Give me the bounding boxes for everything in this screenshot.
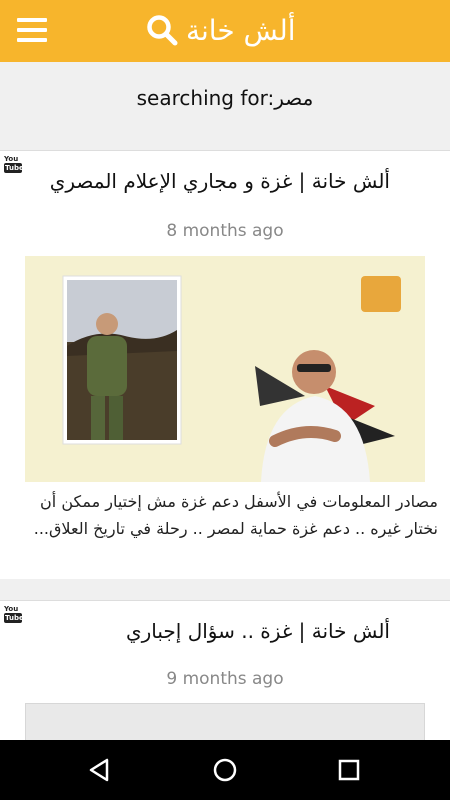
app-title: ألش خانة <box>186 13 296 47</box>
app-bar: ألش خانة <box>0 0 450 62</box>
system-navigation-bar <box>0 740 450 800</box>
video-card[interactable]: You Tube ألش خانة | غزة و مجاري الإعلام … <box>0 150 450 726</box>
video-time: 8 months ago <box>166 221 284 241</box>
home-icon[interactable] <box>209 754 241 786</box>
thumbnail-image <box>25 256 425 482</box>
search-query-label: searching for:مصر <box>136 86 314 110</box>
search-icon[interactable] <box>146 14 178 46</box>
video-title[interactable]: ألش خانة | غزة و مجاري الإعلام المصري <box>20 169 390 193</box>
title-area: ألش خانة <box>146 10 296 50</box>
search-status: searching for:مصر <box>0 62 450 148</box>
video-description: مصادر المعلومات في الأسفل دعم غزة مش إخت… <box>33 492 438 538</box>
back-icon[interactable] <box>83 754 115 786</box>
video-title[interactable]: ألش خانة | غزة .. سؤال إجباري <box>20 619 390 643</box>
recents-icon[interactable] <box>333 754 365 786</box>
video-thumbnail[interactable] <box>25 256 425 482</box>
hamburger-icon[interactable] <box>17 18 47 42</box>
video-time: 9 months ago <box>166 669 284 689</box>
video-card[interactable]: You Tube ألش خانة | غزة .. سؤال إجباري 9… <box>0 600 450 752</box>
